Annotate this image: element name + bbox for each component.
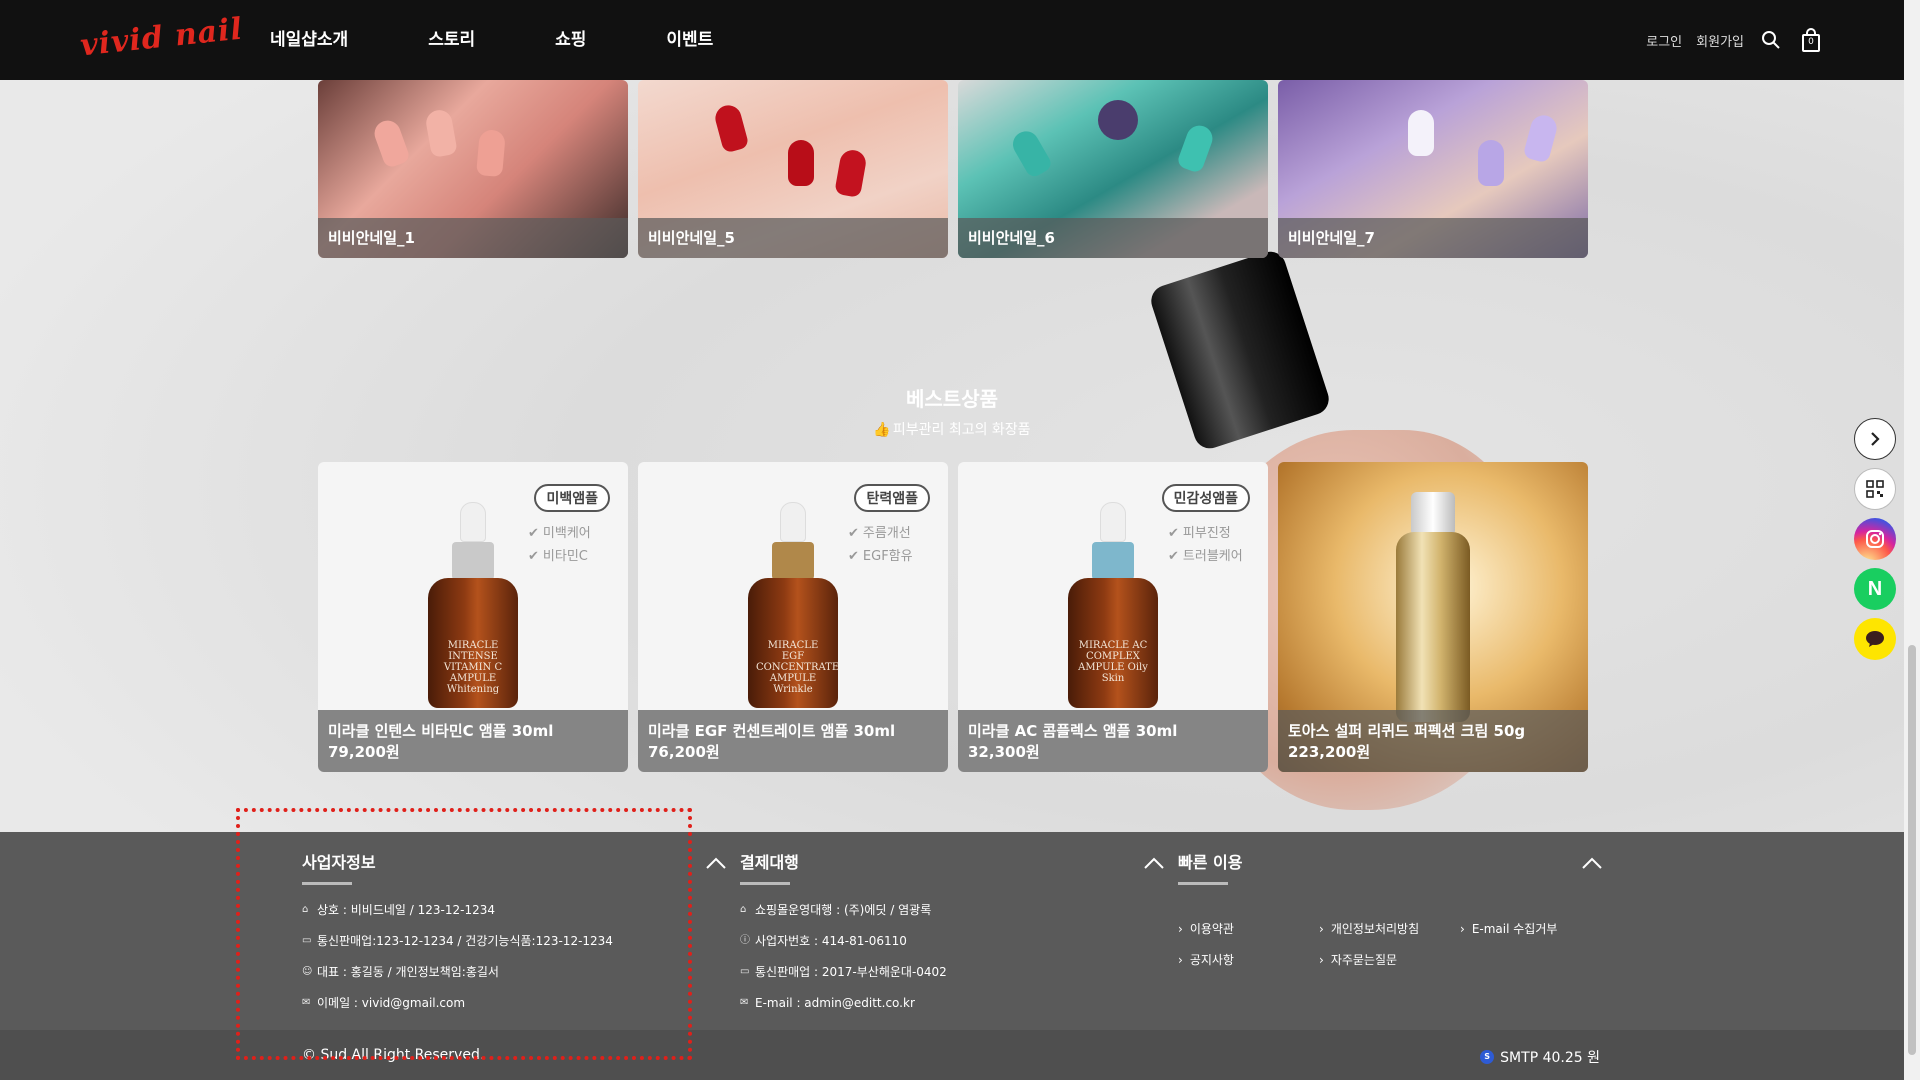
link-privacy-policy[interactable]: › 개인정보처리방침 — [1319, 922, 1460, 953]
header-utilities: 로그인 회원가입 0 — [1646, 0, 1824, 80]
link-faq[interactable]: › 자주묻는질문 — [1319, 953, 1460, 984]
kakao-chat-icon[interactable] — [1854, 618, 1896, 660]
nav-item-shopping[interactable]: 쇼핑 — [555, 0, 586, 80]
gallery-card[interactable]: 비비안네일_5 — [638, 80, 948, 258]
product-name: 미라클 인텐스 비타민C 앰플 30ml — [328, 722, 554, 740]
product-card[interactable]: MIRACLE AC COMPLEX AMPULE Oily Skin 민감성앰… — [958, 462, 1268, 772]
gallery-caption: 비비안네일_6 — [958, 218, 1268, 258]
product-price: 223,200원 — [1288, 743, 1371, 761]
id-card-icon: ▭ — [740, 966, 750, 977]
instagram-icon[interactable] — [1854, 518, 1896, 560]
product-feature: ✔ 주름개선 — [848, 526, 911, 541]
product-card[interactable]: MIRACLE INTENSE VITAMIN C AMPULE Whiteni… — [318, 462, 628, 772]
check-icon: ✔ — [1168, 526, 1179, 541]
gallery-caption: 비비안네일_5 — [638, 218, 948, 258]
chevron-right-icon: › — [1178, 922, 1183, 936]
product-feature: ✔ 피부진정 — [1168, 526, 1231, 541]
product-caption: 미라클 AC 콤플렉스 앰플 30ml 32,300원 — [958, 710, 1268, 772]
product-badge: 민감성앰플 — [1161, 484, 1250, 512]
scrollbar-thumb[interactable] — [1908, 645, 1916, 1055]
product-image: MIRACLE EGF CONCENTRATE AMPULE Wrinkle — [748, 502, 839, 712]
product-feature: ✔ 비타민C — [528, 549, 588, 564]
next-arrow-button[interactable] — [1854, 418, 1896, 460]
product-caption: 토아스 설퍼 리퀴드 퍼펙션 크림 50g 223,200원 — [1278, 710, 1588, 772]
site-header: vivid nail 네일샵소개 스토리 쇼핑 이벤트 로그인 회원가입 0 — [0, 0, 1904, 80]
info-icon: ⓘ — [740, 935, 750, 946]
footer-info-line: ⓘ 사업자번호 : 414-81-06110 — [740, 934, 907, 948]
product-caption: 미라클 EGF 컨센트레이트 앰플 30ml 76,200원 — [638, 710, 948, 772]
check-icon: ✔ — [528, 549, 539, 564]
mail-icon: ✉ — [740, 997, 749, 1008]
footer-info-line: ✉ E-mail : admin@editt.co.kr — [740, 996, 915, 1010]
check-icon: ✔ — [528, 526, 539, 541]
footer-section-title: 빠른 이용 — [1178, 853, 1243, 872]
search-icon[interactable] — [1758, 27, 1784, 53]
product-price: 32,300원 — [968, 743, 1040, 761]
gallery-card[interactable]: 비비안네일_1 — [318, 80, 628, 258]
product-card[interactable]: 토아스 설퍼 리퀴드 퍼펙션 크림 50g 223,200원 — [1278, 462, 1588, 772]
check-icon: ✔ — [848, 549, 859, 564]
product-image: MIRACLE AC COMPLEX AMPULE Oily Skin — [1068, 502, 1158, 712]
quick-links-list: › 이용약관 › 개인정보처리방침 › E-mail 수집거부 › 공지사항 › 자주묻는… — [1178, 922, 1608, 984]
product-badge: 탄력앰플 — [854, 484, 930, 512]
product-feature: ✔ 미백케어 — [528, 526, 591, 541]
product-feature: ✔ 트러블케어 — [1168, 549, 1243, 564]
chevron-right-icon: › — [1319, 922, 1324, 936]
nav-item-story[interactable]: 스토리 — [428, 0, 475, 80]
footer-info-line: ⌂ 쇼핑몰운영대행 : (주)에딧 / 염광록 — [740, 903, 932, 917]
product-image — [1411, 492, 1455, 536]
product-price: 79,200원 — [328, 743, 400, 761]
footer-section-title: 결제대행 — [740, 853, 799, 872]
link-email-refusal[interactable]: › E-mail 수집거부 — [1460, 922, 1601, 953]
highlight-box — [236, 808, 692, 1060]
thumbs-up-icon: 👍 — [873, 422, 891, 438]
qr-code-button[interactable] — [1854, 468, 1896, 510]
check-icon: ✔ — [1168, 549, 1179, 564]
chevron-right-icon: › — [1460, 922, 1465, 936]
smtp-badge: S SMTP 40.25 원 — [1480, 1047, 1600, 1067]
product-feature: ✔ EGF함유 — [848, 549, 913, 564]
footer-quick-links: 빠른 이용 — [1178, 832, 1242, 903]
product-image — [1396, 532, 1470, 722]
login-link[interactable]: 로그인 — [1646, 31, 1682, 50]
divider — [1178, 882, 1228, 885]
gallery-caption: 비비안네일_1 — [318, 218, 628, 258]
gallery-card[interactable]: 비비안네일_6 — [958, 80, 1268, 258]
divider — [740, 882, 790, 885]
nav-item-event[interactable]: 이벤트 — [666, 0, 713, 80]
home-icon: ⌂ — [740, 904, 747, 915]
product-price: 76,200원 — [648, 743, 720, 761]
cart-icon[interactable]: 0 — [1798, 27, 1824, 53]
smtp-icon: S — [1480, 1050, 1495, 1064]
product-name: 미라클 EGF 컨센트레이트 앰플 30ml — [648, 722, 896, 740]
link-terms[interactable]: › 이용약관 — [1178, 922, 1319, 953]
product-name: 미라클 AC 콤플렉스 앰플 30ml — [968, 722, 1178, 740]
cart-count: 0 — [1808, 37, 1814, 47]
chevron-up-icon[interactable] — [1580, 852, 1604, 876]
gallery-caption: 비비안네일_7 — [1278, 218, 1588, 258]
product-caption: 미라클 인텐스 비타민C 앰플 30ml 79,200원 — [318, 710, 628, 772]
gallery-card[interactable]: 비비안네일_7 — [1278, 80, 1588, 258]
chevron-up-icon[interactable] — [1142, 852, 1166, 876]
chevron-right-icon: › — [1319, 953, 1324, 967]
main-nav: 네일샵소개 스토리 쇼핑 이벤트 — [270, 0, 793, 80]
check-icon: ✔ — [848, 526, 859, 541]
footer-info-line: ▭ 통신판매업 : 2017-부산해운대-0402 — [740, 965, 947, 979]
chevron-up-icon[interactable] — [704, 852, 728, 876]
best-products-subtitle: 👍 피부관리 최고의 화장품 — [873, 422, 1031, 438]
naver-icon[interactable]: N — [1854, 568, 1896, 610]
product-card[interactable]: MIRACLE EGF CONCENTRATE AMPULE Wrinkle 탄… — [638, 462, 948, 772]
product-image: MIRACLE INTENSE VITAMIN C AMPULE Whiteni… — [428, 502, 518, 712]
product-badge: 미백앰플 — [534, 484, 610, 512]
signup-link[interactable]: 회원가입 — [1696, 31, 1744, 50]
product-name: 토아스 설퍼 리퀴드 퍼펙션 크림 50g — [1288, 722, 1526, 740]
site-logo[interactable]: vivid nail — [79, 12, 245, 64]
nav-item-shop-intro[interactable]: 네일샵소개 — [270, 0, 348, 80]
best-products-title: 베스트상품 — [906, 387, 998, 411]
footer-payment-info: 결제대행 ⌂ 쇼핑몰운영대행 : (주)에딧 / 염광록 ⓘ 사업자번호 : 414… — [740, 832, 947, 1027]
chevron-right-icon: › — [1178, 953, 1183, 967]
link-notice[interactable]: › 공지사항 — [1178, 953, 1319, 984]
